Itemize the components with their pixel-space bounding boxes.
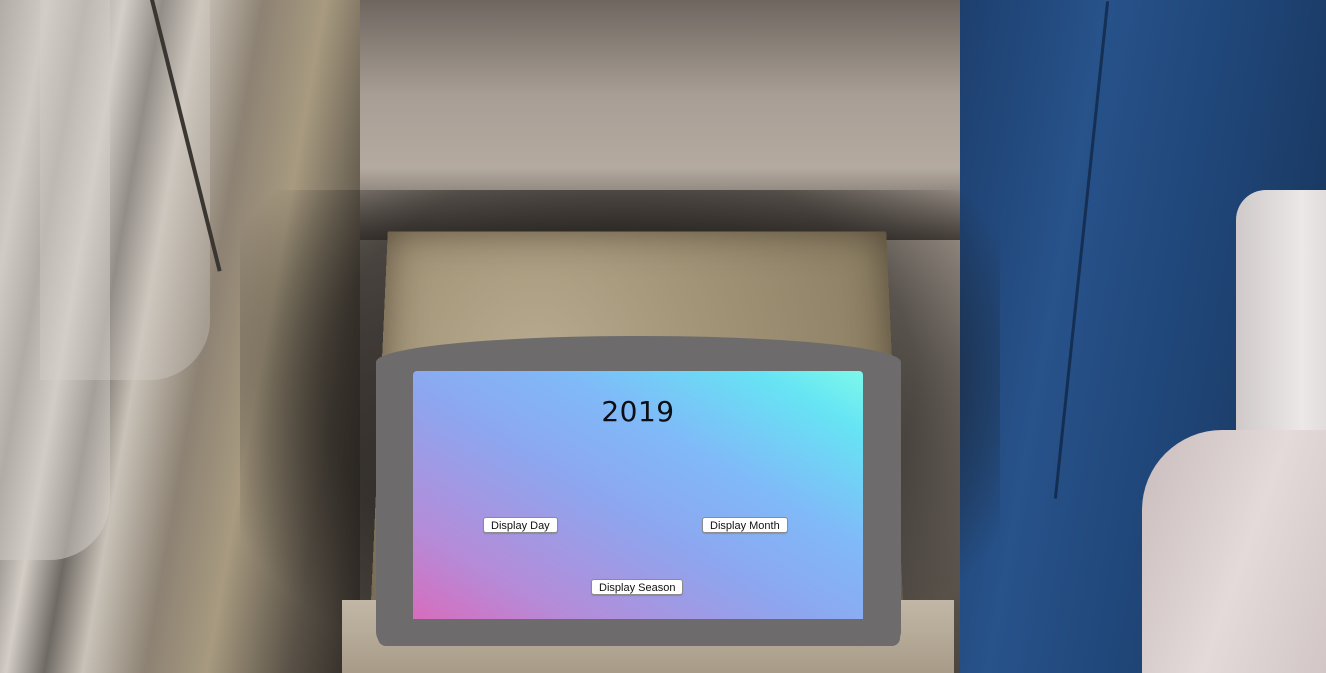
- curtain-fold: [40, 0, 210, 380]
- room-background: 2019 Display Day Display Month Display S…: [0, 0, 1326, 673]
- display-month-button[interactable]: Display Month: [702, 517, 788, 533]
- device-foot: [378, 634, 426, 646]
- device-screen: 2019 Display Day Display Month Display S…: [413, 371, 863, 619]
- year-display: 2019: [601, 395, 675, 428]
- display-day-button[interactable]: Display Day: [483, 517, 558, 533]
- device-foot: [852, 634, 900, 646]
- display-season-button[interactable]: Display Season: [591, 579, 684, 595]
- pillow: [1142, 430, 1326, 673]
